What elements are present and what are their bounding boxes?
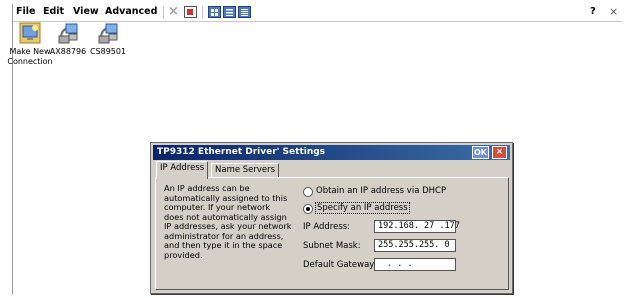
dialog-title: TP9312 Ethernet Driver' Settings <box>157 147 326 157</box>
desktop-icon-cs89501[interactable]: CS89501 <box>83 22 133 57</box>
radio-obtain-dhcp-label[interactable]: Obtain an IP address via DHCP <box>316 186 446 196</box>
tab-name-servers[interactable]: Name Servers <box>211 163 280 178</box>
default-gateway-label: Default Gateway: <box>303 260 377 270</box>
ip-address-field[interactable]: 192.168. 27 .177 <box>374 220 460 233</box>
description-line: provided. <box>164 249 203 260</box>
subnet-mask-field[interactable]: 255.255.255. 0 <box>374 239 456 252</box>
menu-view[interactable]: View <box>73 6 99 17</box>
details-view-icon[interactable] <box>238 6 251 18</box>
tab-ip-address[interactable]: IP Address <box>156 161 209 179</box>
radio-obtain-dhcp[interactable] <box>303 187 313 197</box>
ip-address-label: IP Address: <box>303 222 351 232</box>
make-new-connection-icon <box>19 22 41 44</box>
large-icons-view-icon[interactable] <box>208 6 221 18</box>
close-window-icon[interactable]: × <box>609 5 618 18</box>
icon-label-line1: CS89501 <box>89 47 127 56</box>
radio-specify-ip-label[interactable]: Specify an IP address <box>315 202 410 214</box>
toolbar-separator <box>163 6 164 19</box>
ethernet-settings-dialog: TP9312 Ethernet Driver' Settings OK × IP… <box>150 142 513 294</box>
toolbar-separator <box>202 6 203 19</box>
default-gateway-field[interactable]: . . . <box>374 258 456 271</box>
delete-icon[interactable]: × <box>168 5 181 18</box>
properties-icon[interactable] <box>184 6 197 18</box>
radio-specify-ip[interactable] <box>303 204 313 214</box>
dialog-close-button[interactable]: × <box>492 146 507 159</box>
ip-address-panel: An IP address can be automatically assig… <box>155 177 509 290</box>
menu-advanced[interactable]: Advanced <box>105 6 157 17</box>
help-icon[interactable]: ? <box>590 6 596 17</box>
menu-edit[interactable]: Edit <box>43 6 64 17</box>
menubar: File Edit View Advanced × ? × <box>13 4 622 22</box>
small-icons-view-icon[interactable] <box>223 6 236 18</box>
description-text: An IP address can be automatically assig… <box>164 183 299 260</box>
subnet-mask-label: Subnet Mask: <box>303 241 361 251</box>
dialog-titlebar[interactable]: TP9312 Ethernet Driver' Settings OK × <box>153 145 510 160</box>
network-connection-icon <box>97 22 119 44</box>
network-connection-icon <box>57 22 79 44</box>
ok-button[interactable]: OK <box>472 146 489 159</box>
menu-file[interactable]: File <box>16 6 35 17</box>
desktop-screen: File Edit View Advanced × ? × Make New C… <box>7 4 622 294</box>
icon-label-line2: Connection <box>7 57 53 66</box>
